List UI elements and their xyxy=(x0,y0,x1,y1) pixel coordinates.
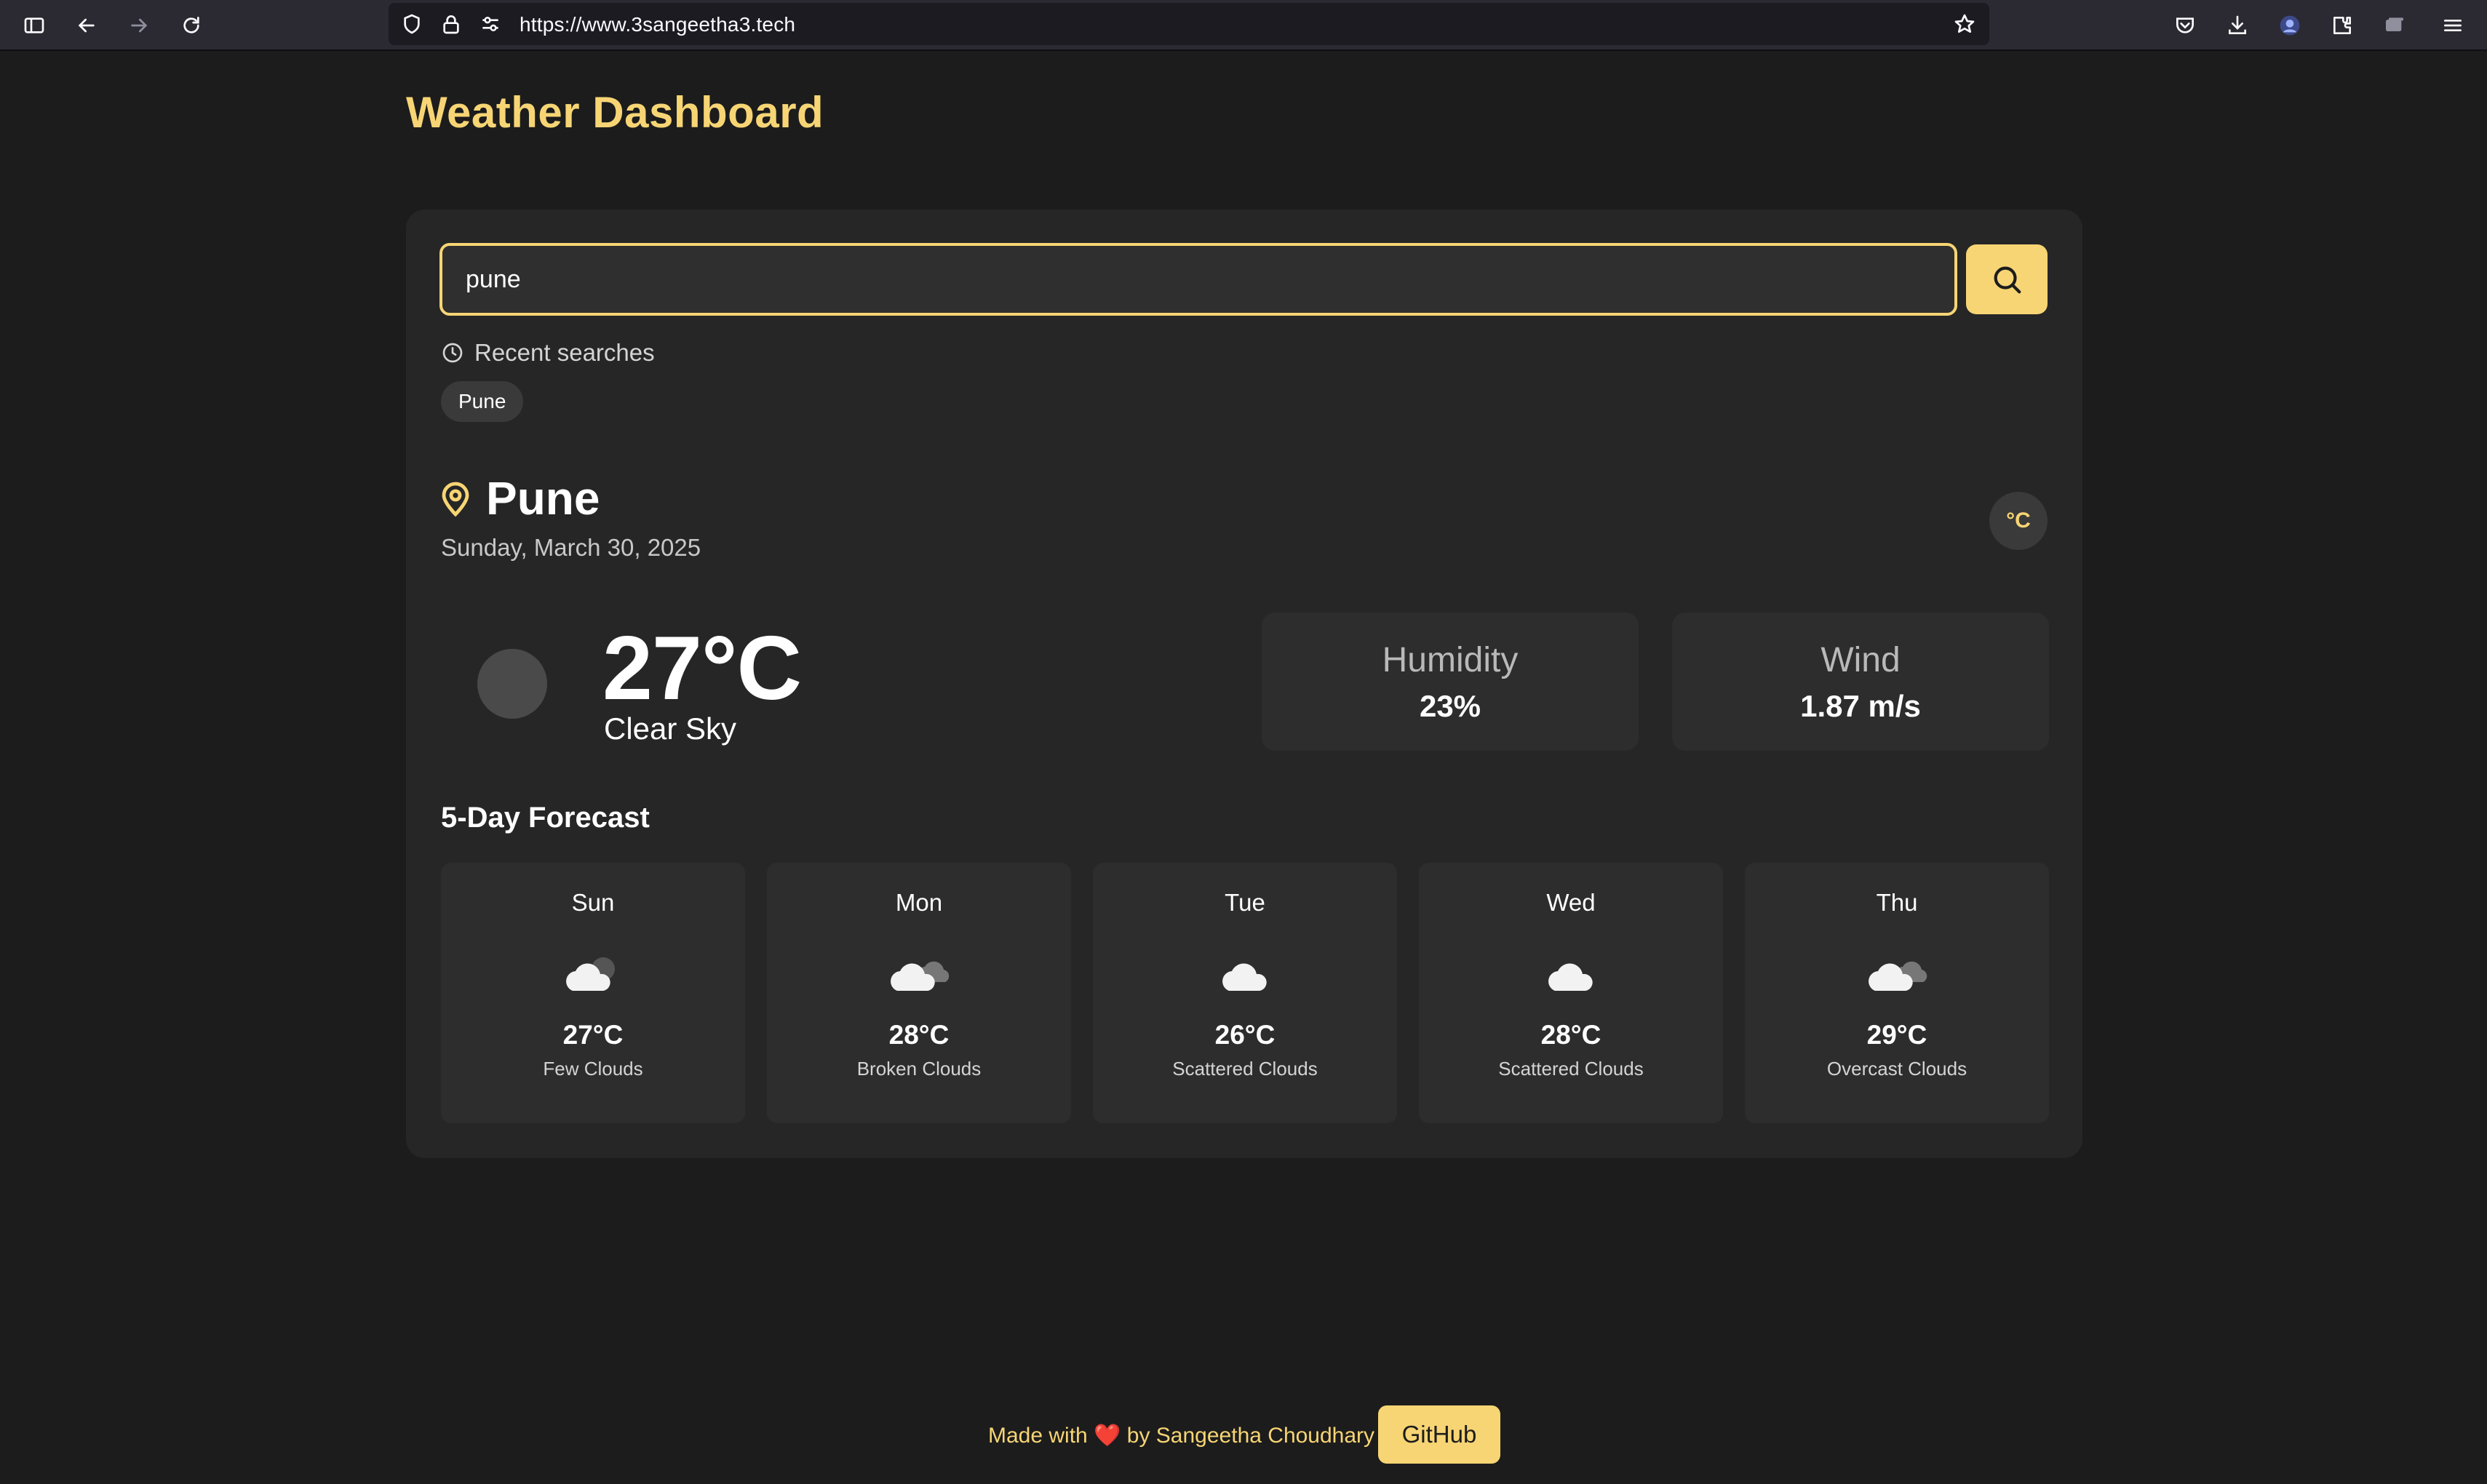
forecast-day: Mon xyxy=(895,889,943,916)
few-clouds-icon xyxy=(566,957,615,991)
forecast-description: Few Clouds xyxy=(543,1058,643,1080)
current-weather-icon xyxy=(477,649,547,719)
forecast-temp: 26°C xyxy=(1214,1020,1276,1050)
footer-made-with: Made with xyxy=(988,1424,1088,1448)
wind-label: Wind xyxy=(1821,640,1901,679)
broken-clouds-icon xyxy=(891,961,950,991)
forecast-card-tue: Tue 26°C Scattered Clouds xyxy=(1093,863,1397,1123)
forecast-description: Scattered Clouds xyxy=(1498,1058,1644,1080)
forecast-day: Sun xyxy=(571,889,615,916)
search-input[interactable] xyxy=(439,243,1957,316)
city-name: Pune xyxy=(486,472,600,524)
pocket-icon[interactable] xyxy=(2168,9,2202,42)
current-description: Clear Sky xyxy=(604,711,737,746)
humidity-label: Humidity xyxy=(1382,640,1519,679)
reload-icon[interactable] xyxy=(175,9,208,42)
recent-searches-label: Recent searches xyxy=(474,339,655,366)
url-text[interactable]: https://www.3sangeetha3.tech xyxy=(520,13,795,36)
wind-value: 1.87 m/s xyxy=(1800,688,1921,723)
permissions-icon[interactable] xyxy=(479,12,502,36)
map-pin-icon xyxy=(442,482,469,517)
lock-icon[interactable] xyxy=(439,12,463,36)
forecast-temp: 28°C xyxy=(888,1020,950,1050)
recent-search-chip[interactable]: Pune xyxy=(441,381,524,422)
forecast-temp: 29°C xyxy=(1866,1020,1927,1050)
menu-icon[interactable] xyxy=(2436,9,2470,42)
tab-view-icon[interactable] xyxy=(2378,9,2411,42)
forecast-day: Wed xyxy=(1546,889,1596,916)
address-bar[interactable]: https://www.3sangeetha3.tech xyxy=(389,3,1989,45)
back-icon[interactable] xyxy=(70,9,103,42)
forecast-card-mon: Mon 28°C Broken Clouds xyxy=(767,863,1071,1123)
forecast-day: Tue xyxy=(1225,889,1265,916)
forward-icon[interactable] xyxy=(122,9,156,42)
recent-searches-heading: Recent searches xyxy=(441,339,655,367)
weather-card: Recent searches Pune Pune Sunday, March … xyxy=(406,210,2082,1158)
search-button[interactable] xyxy=(1966,244,2048,314)
browser-toolbar: https://www.3sangeetha3.tech xyxy=(0,0,2487,51)
footer-author: by Sangeetha Choudhary xyxy=(1126,1424,1375,1448)
humidity-card: Humidity 23% xyxy=(1262,613,1639,751)
forecast-day: Thu xyxy=(1876,889,1918,916)
forecast-card-thu: Thu 29°C Overcast Clouds xyxy=(1745,863,2049,1123)
forecast-temp: 28°C xyxy=(1540,1020,1601,1050)
forecast-title: 5-Day Forecast xyxy=(441,802,650,834)
bookmark-star-icon[interactable] xyxy=(1953,12,1976,36)
forecast-card-sun: Sun 27°C Few Clouds xyxy=(441,863,745,1123)
forecast-description: Broken Clouds xyxy=(856,1058,982,1080)
location-header: Pune xyxy=(439,471,600,525)
heart-icon: ❤️ xyxy=(1094,1424,1121,1448)
forecast-temp: 27°C xyxy=(562,1020,624,1050)
forecast-description: Overcast Clouds xyxy=(1826,1058,1967,1080)
search-icon xyxy=(1994,266,2021,294)
current-temperature: 27°C xyxy=(602,618,802,719)
humidity-value: 23% xyxy=(1419,688,1481,723)
scattered-clouds-icon xyxy=(1548,963,1593,991)
overcast-clouds-icon xyxy=(1869,961,1927,991)
unit-toggle-button[interactable]: °C xyxy=(1989,492,2048,550)
clock-icon xyxy=(442,343,463,363)
github-button[interactable]: GitHub xyxy=(1378,1405,1500,1464)
scattered-clouds-icon xyxy=(1222,963,1267,991)
current-date: Sunday, March 30, 2025 xyxy=(441,534,701,561)
forecast-description: Scattered Clouds xyxy=(1172,1058,1318,1080)
shield-icon[interactable] xyxy=(400,12,423,36)
extensions-icon[interactable] xyxy=(2325,9,2359,42)
wind-card: Wind 1.87 m/s xyxy=(1672,613,2049,751)
footer-credit: Made with ❤️ by Sangeetha Choudhary xyxy=(988,1423,1374,1448)
forecast-card-wed: Wed 28°C Scattered Clouds xyxy=(1419,863,1723,1123)
download-icon[interactable] xyxy=(2221,9,2254,42)
sidebar-icon[interactable] xyxy=(17,9,51,42)
profile-icon[interactable] xyxy=(2273,9,2307,42)
page-title: Weather Dashboard xyxy=(406,88,824,137)
